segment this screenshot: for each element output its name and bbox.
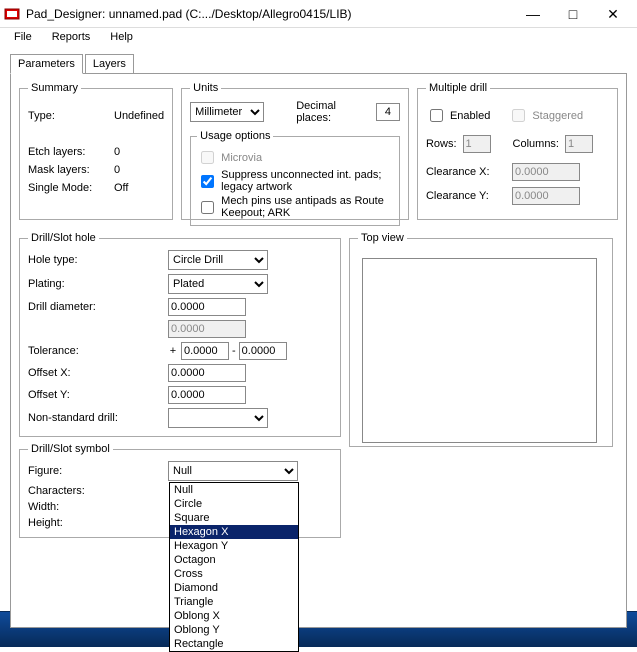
etch-value: 0	[114, 146, 120, 158]
menubar: File Reports Help	[0, 28, 637, 48]
plating-select[interactable]: Plated	[168, 274, 268, 294]
figure-option[interactable]: Oblong Y	[170, 623, 298, 637]
summary-legend: Summary	[28, 82, 81, 94]
tol-sep: -	[232, 345, 236, 357]
decimal-label: Decimal places:	[296, 100, 368, 124]
figure-option[interactable]: Null	[170, 483, 298, 497]
muldrill-legend: Multiple drill	[426, 82, 490, 94]
usage-options-group: Usage options Microvia Suppress unconnec…	[190, 130, 400, 226]
mechpins-check[interactable]: Mech pins use antipads as Route Keepout;…	[197, 195, 393, 219]
suppress-input[interactable]	[201, 175, 214, 188]
figure-option[interactable]: Cross	[170, 567, 298, 581]
tol-lo-input[interactable]	[181, 342, 229, 360]
cleary-label: Clearance Y:	[426, 190, 506, 202]
offy-input[interactable]	[168, 386, 246, 404]
symbol-legend: Drill/Slot symbol	[28, 443, 113, 455]
rows-input	[463, 135, 491, 153]
usage-legend: Usage options	[197, 130, 273, 142]
tab-parameters[interactable]: Parameters	[10, 54, 83, 74]
nonstd-select[interactable]	[168, 408, 268, 428]
microvia-check: Microvia	[197, 148, 393, 167]
tol-sign: +	[168, 345, 178, 357]
mask-value: 0	[114, 164, 120, 176]
cols-input	[565, 135, 593, 153]
figure-option[interactable]: Diamond	[170, 581, 298, 595]
window-minimize[interactable]: —	[513, 0, 553, 28]
cleary-input	[512, 187, 580, 205]
figure-option[interactable]: Oblong X	[170, 609, 298, 623]
clearx-label: Clearance X:	[426, 166, 506, 178]
units-legend: Units	[190, 82, 221, 94]
tab-pane: Summary Type: Undefined Etch layers: 0 M…	[10, 73, 627, 628]
plating-label: Plating:	[28, 278, 168, 290]
figure-option[interactable]: Circle	[170, 497, 298, 511]
window-maximize[interactable]: □	[553, 0, 593, 28]
menu-reports[interactable]: Reports	[44, 30, 99, 46]
app-icon	[4, 6, 20, 22]
offx-input[interactable]	[168, 364, 246, 382]
enabled-input[interactable]	[430, 109, 443, 122]
offy-label: Offset Y:	[28, 389, 168, 401]
units-group: Units Millimeter Decimal places: Usage o…	[181, 82, 409, 220]
tol-label: Tolerance:	[28, 345, 168, 357]
drillhole-group: Drill/Slot hole Hole type: Circle Drill …	[19, 232, 341, 437]
staggered-check: Staggered	[508, 106, 583, 125]
holetype-label: Hole type:	[28, 254, 168, 266]
single-label: Single Mode:	[28, 182, 108, 194]
offx-label: Offset X:	[28, 367, 168, 379]
figure-option[interactable]: Triangle	[170, 595, 298, 609]
drillhole-legend: Drill/Slot hole	[28, 232, 99, 244]
figure-option[interactable]: Hexagon X	[170, 525, 298, 539]
diam-input[interactable]	[168, 298, 246, 316]
etch-label: Etch layers:	[28, 146, 108, 158]
holetype-select[interactable]: Circle Drill	[168, 250, 268, 270]
menu-file[interactable]: File	[6, 30, 40, 46]
staggered-input	[512, 109, 525, 122]
rows-label: Rows:	[426, 138, 457, 150]
nonstd-label: Non-standard drill:	[28, 412, 168, 424]
multiple-drill-group: Multiple drill Enabled Staggered Rows: C…	[417, 82, 618, 220]
decimal-input[interactable]	[376, 103, 400, 121]
titlebar: Pad_Designer: unnamed.pad (C:.../Desktop…	[0, 0, 637, 28]
diam2-input	[168, 320, 246, 338]
window-close[interactable]: ✕	[593, 0, 633, 28]
figure-label: Figure:	[28, 465, 168, 477]
clearx-input	[512, 163, 580, 181]
chars-label: Characters:	[28, 485, 168, 497]
figure-select[interactable]: Null	[168, 461, 298, 481]
figure-option[interactable]: Rectangle	[170, 637, 298, 651]
enabled-check[interactable]: Enabled	[426, 106, 490, 125]
figure-option[interactable]: Octagon	[170, 553, 298, 567]
width-label: Width:	[28, 501, 168, 513]
window-title: Pad_Designer: unnamed.pad (C:.../Desktop…	[26, 7, 513, 21]
topview-legend: Top view	[358, 232, 407, 244]
summary-group: Summary Type: Undefined Etch layers: 0 M…	[19, 82, 173, 220]
mechpins-input[interactable]	[201, 201, 214, 214]
units-select[interactable]: Millimeter	[190, 102, 264, 122]
type-value: Undefined	[114, 110, 164, 122]
height-label: Height:	[28, 517, 168, 529]
single-value: Off	[114, 182, 128, 194]
suppress-check[interactable]: Suppress unconnected int. pads; legacy a…	[197, 169, 393, 193]
type-label: Type:	[28, 110, 108, 122]
tab-layers[interactable]: Layers	[85, 54, 134, 74]
microvia-input	[201, 151, 214, 164]
tol-hi-input[interactable]	[239, 342, 287, 360]
cols-label: Columns:	[513, 138, 559, 150]
figure-option[interactable]: Hexagon Y	[170, 539, 298, 553]
diam-label: Drill diameter:	[28, 301, 168, 313]
tabs: Parameters Layers	[10, 54, 627, 74]
mask-label: Mask layers:	[28, 164, 108, 176]
topview-group: Top view	[349, 232, 613, 447]
topview-canvas	[362, 258, 597, 443]
menu-help[interactable]: Help	[102, 30, 141, 46]
figure-option[interactable]: Square	[170, 511, 298, 525]
figure-dropdown-list[interactable]: NullCircleSquareHexagon XHexagon YOctago…	[169, 482, 299, 652]
